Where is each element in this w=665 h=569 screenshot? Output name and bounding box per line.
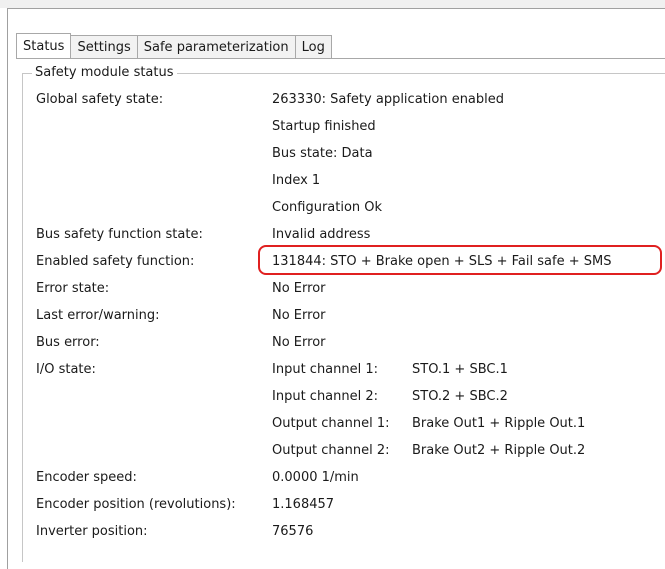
bus-safety-function-state-label: Bus safety function state:: [36, 227, 203, 242]
bus-error-value: No Error: [272, 335, 326, 350]
encoder-speed-value: 0.0000 1/min: [272, 470, 359, 485]
output-channel-2-label: Output channel 2:: [272, 443, 390, 458]
input-channel-1-value: STO.1 + SBC.1: [412, 362, 508, 377]
tab-bar: Status Settings Safe parameterization Lo…: [16, 32, 332, 59]
tab-settings[interactable]: Settings: [71, 35, 138, 58]
error-state-label: Error state:: [36, 281, 110, 296]
enabled-safety-function-label: Enabled safety function:: [36, 254, 195, 269]
io-state-label: I/O state:: [36, 362, 96, 377]
tab-status[interactable]: Status: [16, 33, 72, 59]
group-title: Safety module status: [32, 64, 177, 82]
encoder-position-label: Encoder position (revolutions):: [36, 497, 236, 512]
tab-log[interactable]: Log: [295, 35, 332, 58]
configuration-value: Configuration Ok: [272, 200, 383, 215]
top-strip: [0, 0, 665, 8]
output-channel-1-label: Output channel 1:: [272, 416, 390, 431]
startup-status-value: Startup finished: [272, 119, 376, 134]
global-safety-state-label: Global safety state:: [36, 92, 164, 107]
global-safety-state-value: 263330: Safety application enabled: [272, 92, 505, 107]
tab-divider: [16, 58, 665, 59]
inverter-position-label: Inverter position:: [36, 524, 148, 539]
index-value: Index 1: [272, 173, 321, 188]
bus-state-value: Bus state: Data: [272, 146, 373, 161]
inverter-position-value: 76576: [272, 524, 314, 539]
input-channel-2-label: Input channel 2:: [272, 389, 379, 404]
encoder-position-value: 1.168457: [272, 497, 335, 512]
encoder-speed-label: Encoder speed:: [36, 470, 137, 485]
error-state-value: No Error: [272, 281, 326, 296]
last-error-warning-label: Last error/warning:: [36, 308, 160, 323]
output-channel-1-value: Brake Out1 + Ripple Out.1: [412, 416, 586, 431]
bus-error-label: Bus error:: [36, 335, 100, 350]
output-channel-2-value: Brake Out2 + Ripple Out.2: [412, 443, 586, 458]
input-channel-1-label: Input channel 1:: [272, 362, 379, 377]
highlight-annotation: [258, 245, 662, 275]
bus-safety-function-state-value: Invalid address: [272, 227, 371, 242]
last-error-warning-value: No Error: [272, 308, 326, 323]
tab-safe-parameterization[interactable]: Safe parameterization: [137, 35, 296, 58]
input-channel-2-value: STO.2 + SBC.2: [412, 389, 508, 404]
